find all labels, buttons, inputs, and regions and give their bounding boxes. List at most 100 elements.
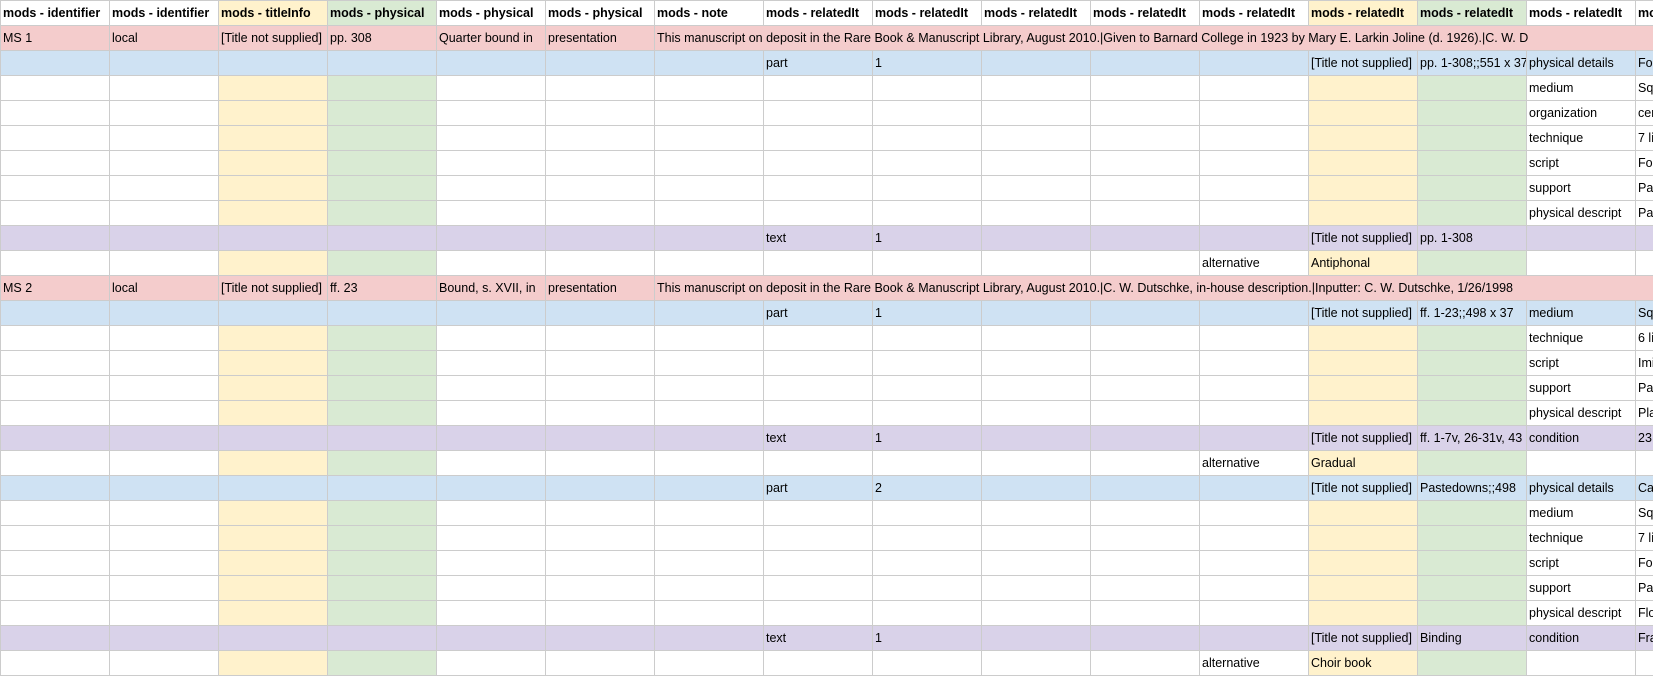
- table-row[interactable]: part2[Title not supplied]Pastedowns;;498…: [1, 476, 1653, 501]
- table-row[interactable]: scriptFormal gothic litu: [1, 551, 1653, 576]
- table-row[interactable]: mediumSquare notation o: [1, 501, 1653, 526]
- cell[interactable]: [1200, 226, 1309, 251]
- table-row[interactable]: part1[Title not supplied]pp. 1-308;;551 …: [1, 51, 1653, 76]
- cell[interactable]: [219, 476, 328, 501]
- cell[interactable]: [655, 76, 764, 101]
- cell[interactable]: condition: [1527, 426, 1636, 451]
- cell[interactable]: [1091, 301, 1200, 326]
- cell[interactable]: [110, 476, 219, 501]
- cell[interactable]: Antiphonal: [1309, 251, 1418, 276]
- cell[interactable]: [1418, 76, 1527, 101]
- cell[interactable]: [110, 151, 219, 176]
- cell[interactable]: [546, 426, 655, 451]
- cell[interactable]: [110, 51, 219, 76]
- cell[interactable]: [219, 376, 328, 401]
- cell[interactable]: [437, 376, 546, 401]
- cell[interactable]: [1, 76, 110, 101]
- cell[interactable]: [1, 376, 110, 401]
- cell[interactable]: Painted and flour: [1636, 201, 1653, 226]
- cell[interactable]: Formal gothic litu: [1636, 551, 1653, 576]
- cell[interactable]: presentation: [546, 26, 655, 51]
- cell[interactable]: [764, 151, 873, 176]
- cell[interactable]: [1200, 576, 1309, 601]
- cell[interactable]: [1418, 501, 1527, 526]
- table-row[interactable]: physical descriptPlain red or strap: [1, 401, 1653, 426]
- cell[interactable]: [1200, 426, 1309, 451]
- cell[interactable]: [546, 626, 655, 651]
- cell[interactable]: [1200, 351, 1309, 376]
- cell[interactable]: [437, 176, 546, 201]
- cell[interactable]: [219, 426, 328, 451]
- cell[interactable]: script: [1527, 551, 1636, 576]
- cell[interactable]: [1200, 376, 1309, 401]
- cell[interactable]: [764, 351, 873, 376]
- cell[interactable]: [328, 651, 437, 676]
- cell[interactable]: [1091, 201, 1200, 226]
- cell[interactable]: [1200, 551, 1309, 576]
- cell[interactable]: [873, 451, 982, 476]
- table-row[interactable]: technique7 lines of text an: [1, 126, 1653, 151]
- cell[interactable]: [1, 151, 110, 176]
- cell[interactable]: [110, 376, 219, 401]
- cell[interactable]: Pastedowns;;498: [1418, 476, 1527, 501]
- cell[interactable]: 1: [873, 426, 982, 451]
- table-row[interactable]: text1[Title not supplied]ff. 1-7v, 26-31…: [1, 426, 1653, 451]
- cell[interactable]: [1200, 301, 1309, 326]
- cell[interactable]: physical descript: [1527, 201, 1636, 226]
- cell[interactable]: part: [764, 301, 873, 326]
- cell[interactable]: [437, 551, 546, 576]
- cell[interactable]: [Title not supplied]: [1309, 426, 1418, 451]
- cell[interactable]: [1309, 376, 1418, 401]
- cell[interactable]: [982, 126, 1091, 151]
- cell[interactable]: local: [110, 26, 219, 51]
- cell[interactable]: [546, 51, 655, 76]
- cell[interactable]: [873, 251, 982, 276]
- cell[interactable]: [110, 651, 219, 676]
- table-row[interactable]: part1[Title not supplied]ff. 1-23;;498 x…: [1, 301, 1653, 326]
- cell[interactable]: [1200, 126, 1309, 151]
- cell[interactable]: [1091, 76, 1200, 101]
- cell[interactable]: [655, 101, 764, 126]
- cell[interactable]: [1418, 451, 1527, 476]
- cell[interactable]: [328, 601, 437, 626]
- cell[interactable]: [1091, 551, 1200, 576]
- cell[interactable]: [655, 426, 764, 451]
- cell[interactable]: [219, 626, 328, 651]
- cell[interactable]: [1091, 426, 1200, 451]
- cell[interactable]: Fragments, visibl: [1636, 626, 1653, 651]
- cell[interactable]: 1: [873, 301, 982, 326]
- cell[interactable]: [982, 476, 1091, 501]
- table-row[interactable]: alternativeAntiphonal: [1, 251, 1653, 276]
- cell[interactable]: medium: [1527, 501, 1636, 526]
- cell[interactable]: [437, 101, 546, 126]
- cell[interactable]: Imitative of roman: [1636, 351, 1653, 376]
- cell[interactable]: [219, 176, 328, 201]
- cell[interactable]: [110, 626, 219, 651]
- cell[interactable]: [873, 526, 982, 551]
- cell[interactable]: ff. 23: [328, 276, 437, 301]
- cell[interactable]: [437, 601, 546, 626]
- cell[interactable]: [655, 201, 764, 226]
- cell[interactable]: [1, 451, 110, 476]
- cell[interactable]: [655, 626, 764, 651]
- cell[interactable]: [110, 451, 219, 476]
- cell[interactable]: [655, 151, 764, 176]
- cell[interactable]: [1, 501, 110, 526]
- cell[interactable]: [1418, 126, 1527, 151]
- cell[interactable]: [1, 401, 110, 426]
- cell[interactable]: [873, 351, 982, 376]
- cell[interactable]: [1309, 601, 1418, 626]
- cell[interactable]: [219, 301, 328, 326]
- cell[interactable]: [546, 376, 655, 401]
- cell[interactable]: [1418, 101, 1527, 126]
- cell[interactable]: [1, 226, 110, 251]
- cell[interactable]: alternative: [1200, 651, 1309, 676]
- cell[interactable]: [219, 251, 328, 276]
- cell[interactable]: [1, 551, 110, 576]
- cell[interactable]: [1, 426, 110, 451]
- cell[interactable]: [1, 576, 110, 601]
- cell[interactable]: [1, 351, 110, 376]
- cell[interactable]: [982, 76, 1091, 101]
- cell[interactable]: pp. 1-308: [1418, 226, 1527, 251]
- cell[interactable]: [219, 126, 328, 151]
